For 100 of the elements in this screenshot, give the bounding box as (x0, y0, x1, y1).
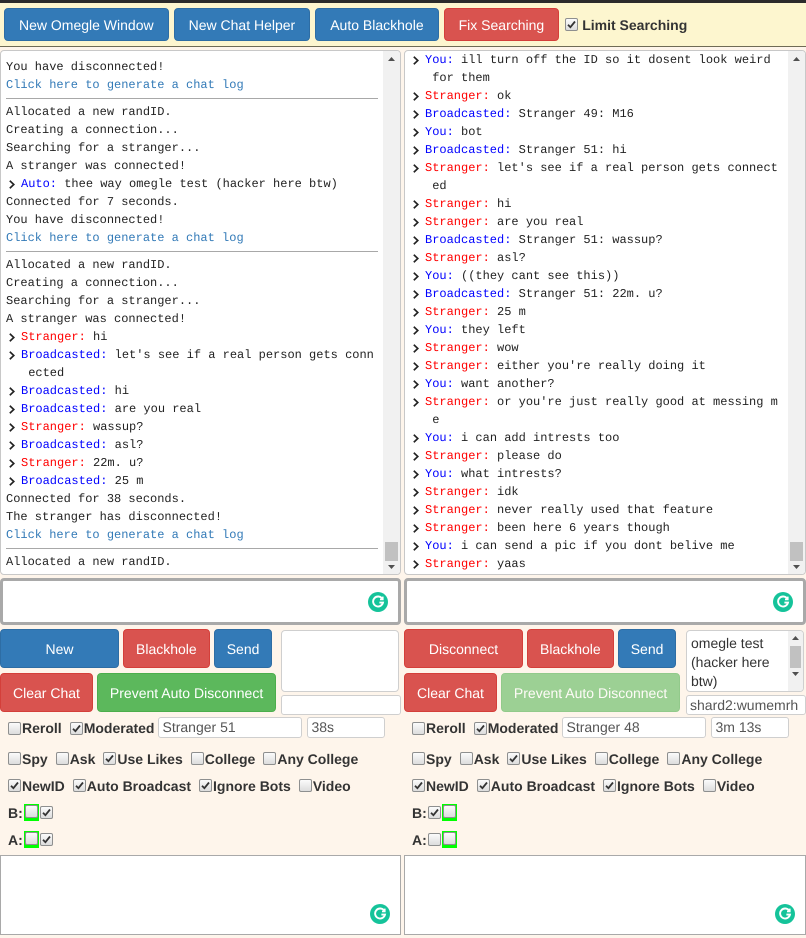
text-field[interactable]: 3m 13s (711, 717, 790, 738)
checkbox-label[interactable]: Any College (277, 750, 358, 766)
checkbox-label[interactable]: NewID (426, 778, 469, 794)
checkbox[interactable] (565, 18, 578, 31)
text-area[interactable] (404, 855, 806, 935)
text-field[interactable] (281, 695, 401, 715)
checkbox-label[interactable]: Ask (474, 750, 500, 766)
scroll-up-icon[interactable] (793, 57, 800, 61)
checkbox[interactable] (8, 752, 21, 765)
checkbox-label[interactable]: Spy (426, 750, 452, 766)
checkbox[interactable] (442, 831, 457, 848)
checkbox-label[interactable]: Auto Broadcast (490, 778, 596, 794)
scroll-up-icon[interactable] (792, 636, 799, 640)
toolbar-button[interactable]: New Omegle Window (4, 8, 169, 41)
text-field[interactable]: Stranger 51 (158, 717, 302, 738)
checkbox[interactable] (199, 779, 212, 792)
checkbox[interactable] (412, 752, 425, 765)
scroll-down-icon[interactable] (388, 565, 395, 569)
checkbox-label[interactable]: Ignore Bots (617, 778, 695, 794)
status-text: You have disconnected! (6, 59, 166, 76)
checkbox-label[interactable]: Any College (681, 750, 762, 766)
action-button[interactable]: Blackhole (123, 629, 210, 668)
checkbox-label[interactable]: College (204, 750, 256, 766)
checkbox[interactable] (412, 722, 425, 734)
text-area[interactable] (0, 855, 401, 935)
checkbox[interactable] (476, 779, 490, 792)
checkbox-label[interactable]: Moderated (84, 720, 154, 736)
checkbox-label[interactable]: Use Likes (117, 750, 183, 766)
checkbox[interactable] (72, 779, 86, 792)
checkbox[interactable] (8, 722, 21, 734)
checkbox[interactable] (428, 833, 441, 846)
checkbox-label[interactable]: Auto Broadcast (86, 778, 192, 794)
checkbox[interactable] (40, 806, 53, 819)
message-input[interactable] (404, 578, 806, 625)
checkbox-label[interactable]: Moderated (488, 720, 558, 736)
checkbox[interactable] (460, 752, 473, 765)
text-area[interactable] (281, 630, 399, 692)
scroll-thumb[interactable] (385, 542, 398, 561)
row-label: A: (8, 832, 23, 848)
checkbox-label[interactable]: NewID (22, 778, 65, 794)
text-area[interactable]: omegle test (hacker here btw) (686, 630, 804, 692)
checkbox-label[interactable]: Video (312, 778, 351, 794)
checkbox[interactable] (412, 779, 425, 792)
checkbox[interactable] (8, 779, 21, 792)
checkbox[interactable] (24, 804, 39, 821)
checkbox[interactable] (667, 752, 680, 765)
checkbox[interactable] (507, 752, 520, 765)
scrollbar[interactable] (788, 51, 805, 574)
text-field[interactable]: Stranger 48 (562, 717, 706, 738)
checkbox-label[interactable]: College (608, 750, 660, 766)
scrollbar[interactable] (788, 631, 803, 691)
action-button[interactable]: Disconnect (404, 629, 523, 668)
scroll-thumb[interactable] (790, 646, 801, 668)
checkbox-label[interactable]: Limit Searching (582, 16, 688, 32)
action-button[interactable]: Send (214, 629, 272, 668)
checkbox[interactable] (40, 833, 53, 846)
checkbox[interactable] (56, 752, 69, 765)
checkbox-label[interactable]: Ignore Bots (213, 778, 291, 794)
checkbox[interactable] (594, 752, 608, 765)
checkbox[interactable] (603, 779, 616, 792)
checkbox[interactable] (428, 806, 441, 819)
chat-log-link[interactable]: Click here to generate a chat log (6, 229, 244, 247)
checkbox-label[interactable]: Reroll (22, 720, 62, 736)
scrollbar[interactable] (383, 51, 400, 574)
chat-message: Broadcasted: Stranger 49: M16 (425, 106, 635, 123)
status-text: Creating a connection... (6, 122, 180, 139)
chat-message: Stranger: 25 m (425, 304, 527, 321)
chat-log-link[interactable]: Click here to generate a chat log (6, 76, 244, 94)
checkbox[interactable] (298, 779, 312, 792)
checkbox-label[interactable]: Reroll (426, 720, 466, 736)
action-button[interactable]: Clear Chat (404, 673, 497, 712)
checkbox-label[interactable]: Use Likes (521, 750, 587, 766)
action-button[interactable]: Send (618, 629, 676, 668)
scroll-down-icon[interactable] (792, 672, 799, 676)
checkbox[interactable] (190, 752, 204, 765)
scroll-thumb[interactable] (790, 542, 803, 561)
scroll-up-icon[interactable] (388, 57, 395, 61)
chat-log-link[interactable]: Click here to generate a chat log (6, 526, 244, 544)
checkbox[interactable] (24, 831, 39, 848)
checkbox-label[interactable]: Spy (22, 750, 48, 766)
checkbox-label[interactable]: Ask (70, 750, 96, 766)
action-button[interactable]: Clear Chat (0, 673, 93, 712)
toolbar-button[interactable]: New Chat Helper (174, 8, 310, 41)
checkbox[interactable] (702, 779, 716, 792)
action-button[interactable]: New (0, 629, 119, 668)
checkbox-label[interactable]: Video (716, 778, 755, 794)
toolbar-button[interactable]: Fix Searching (444, 8, 560, 41)
checkbox[interactable] (103, 752, 116, 765)
checkbox[interactable] (263, 752, 276, 765)
checkbox[interactable] (474, 722, 487, 734)
checkbox[interactable] (442, 804, 457, 821)
checkbox[interactable] (70, 722, 83, 734)
chat-message: Stranger: 22m. u? (21, 455, 144, 472)
toolbar-button[interactable]: Auto Blackhole (315, 8, 439, 41)
text-field[interactable]: shard2:wumemrh (686, 695, 806, 715)
scroll-down-icon[interactable] (793, 565, 800, 569)
status-text: Allocated a new randID. (6, 257, 173, 274)
action-button[interactable]: Blackhole (527, 629, 614, 668)
text-field[interactable]: 38s (307, 717, 386, 738)
message-input[interactable] (0, 578, 401, 625)
